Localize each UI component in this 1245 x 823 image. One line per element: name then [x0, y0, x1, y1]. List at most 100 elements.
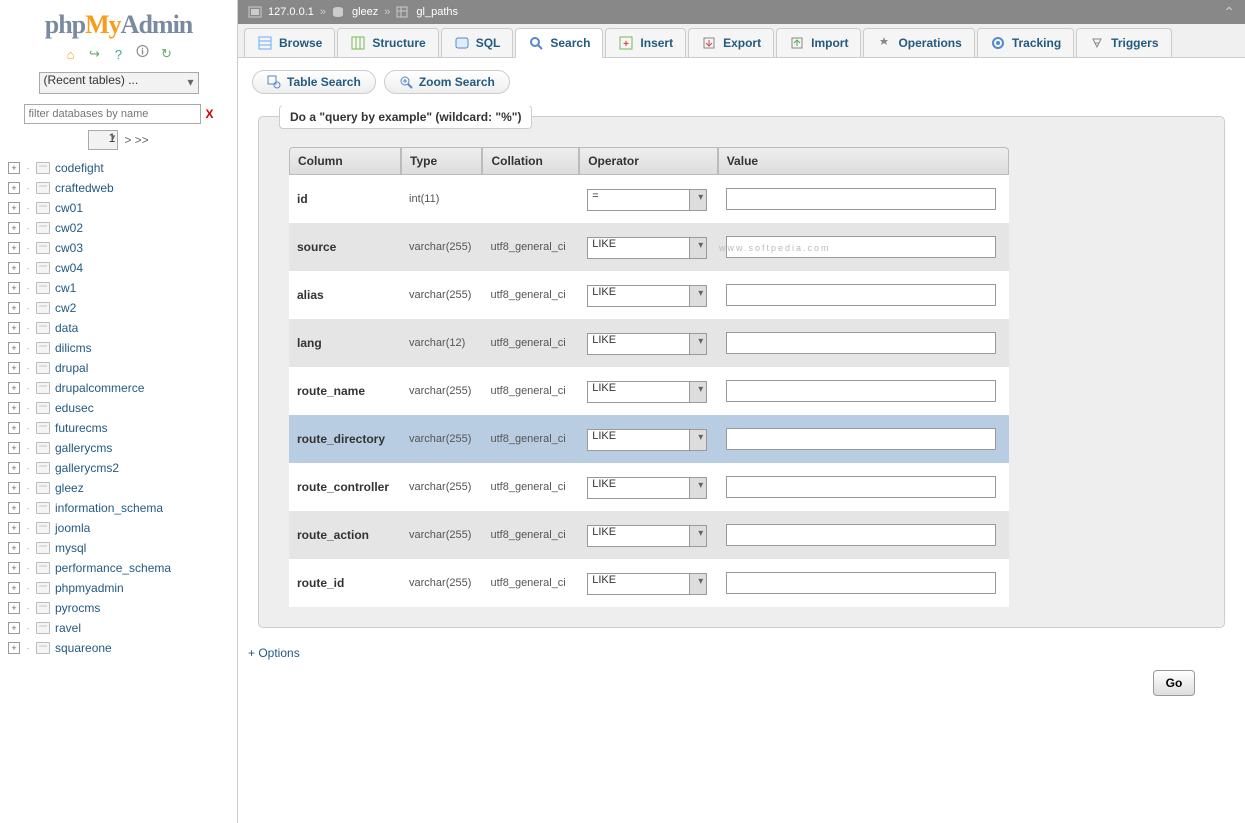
- expand-icon[interactable]: +: [8, 442, 20, 454]
- tab-export[interactable]: Export: [688, 28, 774, 57]
- filter-databases-input[interactable]: [24, 104, 202, 124]
- operator-select[interactable]: LIKE: [587, 237, 707, 259]
- operator-select[interactable]: LIKE: [587, 333, 707, 355]
- go-button[interactable]: Go: [1153, 670, 1195, 696]
- db-item[interactable]: + · phpmyadmin: [8, 578, 229, 598]
- expand-icon[interactable]: +: [8, 582, 20, 594]
- options-link[interactable]: + Options: [248, 646, 300, 660]
- tab-triggers[interactable]: Triggers: [1076, 28, 1171, 57]
- operator-select[interactable]: LIKE: [587, 477, 707, 499]
- subtab-zoom-search[interactable]: Zoom Search: [384, 70, 510, 94]
- db-item[interactable]: + · cw02: [8, 218, 229, 238]
- db-item[interactable]: + · craftedweb: [8, 178, 229, 198]
- db-item[interactable]: + · edusec: [8, 398, 229, 418]
- value-input[interactable]: [726, 428, 996, 450]
- db-item[interactable]: + · cw01: [8, 198, 229, 218]
- expand-icon[interactable]: +: [8, 202, 20, 214]
- expand-icon[interactable]: +: [8, 602, 20, 614]
- page-next-button[interactable]: > >>: [124, 133, 148, 147]
- db-item[interactable]: + · information_schema: [8, 498, 229, 518]
- cell-value: [718, 223, 1009, 271]
- recent-tables-select[interactable]: (Recent tables) ...: [39, 72, 199, 94]
- expand-icon[interactable]: +: [8, 502, 20, 514]
- db-item[interactable]: + · data: [8, 318, 229, 338]
- tab-structure[interactable]: Structure: [337, 28, 438, 57]
- expand-icon[interactable]: +: [8, 262, 20, 274]
- tab-browse[interactable]: Browse: [244, 28, 335, 57]
- expand-icon[interactable]: +: [8, 242, 20, 254]
- expand-icon[interactable]: +: [8, 222, 20, 234]
- expand-icon[interactable]: +: [8, 282, 20, 294]
- db-item[interactable]: + · cw1: [8, 278, 229, 298]
- db-item[interactable]: + · performance_schema: [8, 558, 229, 578]
- expand-icon[interactable]: +: [8, 182, 20, 194]
- expand-icon[interactable]: +: [8, 462, 20, 474]
- operator-select[interactable]: LIKE: [587, 525, 707, 547]
- page-select[interactable]: 1: [88, 130, 118, 150]
- db-item[interactable]: + · joomla: [8, 518, 229, 538]
- logout-icon[interactable]: ↪: [87, 46, 103, 62]
- breadcrumb-table[interactable]: gl_paths: [416, 6, 458, 18]
- tab-operations[interactable]: Operations: [863, 28, 974, 57]
- value-input[interactable]: [726, 572, 996, 594]
- breadcrumb-server[interactable]: 127.0.0.1: [268, 6, 314, 18]
- operator-select[interactable]: LIKE: [587, 381, 707, 403]
- expand-icon[interactable]: +: [8, 422, 20, 434]
- value-input[interactable]: [726, 332, 996, 354]
- db-item[interactable]: + · drupal: [8, 358, 229, 378]
- collapse-icon[interactable]: ⌃: [1223, 4, 1235, 21]
- db-item[interactable]: + · gleez: [8, 478, 229, 498]
- expand-icon[interactable]: +: [8, 162, 20, 174]
- db-item[interactable]: + · mysql: [8, 538, 229, 558]
- search-icon: [528, 35, 544, 51]
- expand-icon[interactable]: +: [8, 622, 20, 634]
- value-input[interactable]: [726, 380, 996, 402]
- expand-icon[interactable]: +: [8, 482, 20, 494]
- expand-icon[interactable]: +: [8, 402, 20, 414]
- operator-select[interactable]: =: [587, 189, 707, 211]
- db-item[interactable]: + · squareone: [8, 638, 229, 658]
- operator-select[interactable]: LIKE: [587, 429, 707, 451]
- tab-sql[interactable]: SQL: [441, 28, 514, 57]
- expand-icon[interactable]: +: [8, 302, 20, 314]
- db-item[interactable]: + · gallerycms: [8, 438, 229, 458]
- value-input[interactable]: [726, 236, 996, 258]
- docs-icon[interactable]: 🛈: [135, 46, 151, 62]
- value-input[interactable]: [726, 188, 996, 210]
- reload-icon[interactable]: ↻: [159, 46, 175, 62]
- operator-select[interactable]: LIKE: [587, 285, 707, 307]
- breadcrumb-database[interactable]: gleez: [352, 6, 378, 18]
- db-item[interactable]: + · futurecms: [8, 418, 229, 438]
- subtab-table-search[interactable]: Table Search: [252, 70, 376, 94]
- expand-icon[interactable]: +: [8, 382, 20, 394]
- expand-icon[interactable]: +: [8, 342, 20, 354]
- expand-icon[interactable]: +: [8, 562, 20, 574]
- value-input[interactable]: [726, 284, 996, 306]
- filter-clear-button[interactable]: X: [205, 107, 213, 121]
- expand-icon[interactable]: +: [8, 542, 20, 554]
- logo: phpMyAdmin: [45, 10, 193, 40]
- tab-insert[interactable]: +Insert: [605, 28, 686, 57]
- db-item[interactable]: + · cw04: [8, 258, 229, 278]
- db-item[interactable]: + · drupalcommerce: [8, 378, 229, 398]
- tab-search[interactable]: Search: [515, 28, 603, 58]
- operator-select[interactable]: LIKE: [587, 573, 707, 595]
- value-input[interactable]: [726, 524, 996, 546]
- expand-icon[interactable]: +: [8, 362, 20, 374]
- tab-import[interactable]: Import: [776, 28, 861, 57]
- db-item[interactable]: + · gallerycms2: [8, 458, 229, 478]
- help-icon[interactable]: ?: [111, 46, 127, 62]
- db-item[interactable]: + · codefight: [8, 158, 229, 178]
- home-icon[interactable]: ⌂: [63, 46, 79, 62]
- expand-icon[interactable]: +: [8, 522, 20, 534]
- expand-icon[interactable]: +: [8, 322, 20, 334]
- db-item[interactable]: + · dilicms: [8, 338, 229, 358]
- db-item[interactable]: + · ravel: [8, 618, 229, 638]
- tab-tracking[interactable]: Tracking: [977, 28, 1074, 57]
- expand-icon[interactable]: +: [8, 642, 20, 654]
- tabs: BrowseStructureSQLSearch+InsertExportImp…: [238, 24, 1245, 58]
- db-item[interactable]: + · pyrocms: [8, 598, 229, 618]
- db-item[interactable]: + · cw03: [8, 238, 229, 258]
- value-input[interactable]: [726, 476, 996, 498]
- db-item[interactable]: + · cw2: [8, 298, 229, 318]
